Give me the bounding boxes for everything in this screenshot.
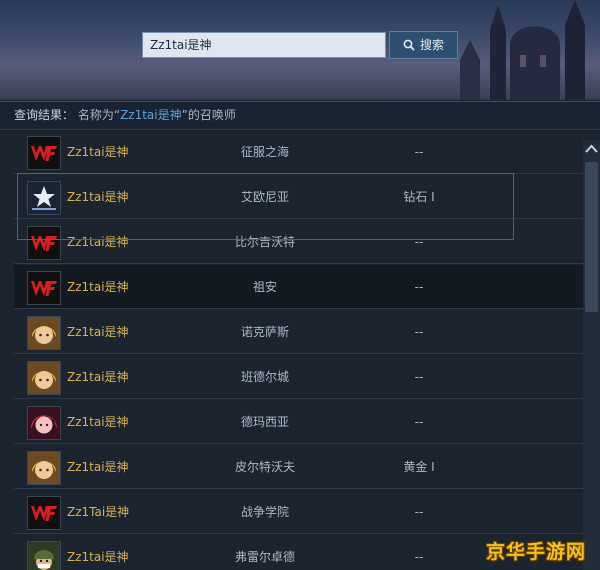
server-name: 祖安 [252,280,277,294]
blonde-champion-icon [27,361,61,395]
server-name: 诺克萨斯 [240,325,289,339]
server-name: 德玛西亚 [240,415,289,429]
blonde-champion-icon [27,451,61,485]
summoner-row[interactable]: Zz1tai是神 诺克萨斯 -- [14,310,583,354]
rank-value: -- [414,145,424,159]
champions-logo-icon [27,181,61,215]
rank-value: 钻石 I [403,190,435,204]
server-name: 艾欧尼亚 [240,190,289,204]
summoner-row[interactable]: Zz1tai是神 皮尔特沃夫 黄金 I [14,445,583,489]
summoner-name[interactable]: Zz1tai是神 [67,130,129,174]
result-prefix: 名称为“ [77,108,121,122]
rank-value: 黄金 I [403,460,435,474]
watermark-logo: 京华手游网 [486,541,587,563]
summoner-name[interactable]: Zz1tai是神 [67,310,129,354]
wf-logo-icon [27,496,61,530]
summoner-row[interactable]: Zz1tai是神 艾欧尼亚 钻石 I [14,175,583,219]
search-button[interactable]: 搜索 [389,31,458,59]
summoner-row[interactable]: Zz1tai是神 比尔吉沃特 -- [14,220,583,264]
summoner-row[interactable]: Zz1tai是神 征服之海 -- [14,130,583,174]
summoner-name[interactable]: Zz1tai是神 [67,535,129,570]
search-button-label: 搜索 [419,38,444,52]
summoner-name[interactable]: Zz1tai是神 [67,220,129,264]
server-name: 征服之海 [240,145,289,159]
server-name: 皮尔特沃夫 [234,460,295,474]
result-query: Zz1tai是神 [120,108,182,122]
wf-logo-icon [27,226,61,260]
summoner-row[interactable]: Zz1tai是神 祖安 -- [14,265,583,309]
summoner-name[interactable]: Zz1tai是神 [67,265,129,309]
result-summary: 查询结果： 名称为“Zz1tai是神”的召唤师 [0,101,600,130]
wf-logo-icon [27,136,61,170]
server-name: 战争学院 [240,505,289,519]
rank-value: -- [414,235,424,249]
summoner-name[interactable]: Zz1tai是神 [67,400,129,444]
server-name: 比尔吉沃特 [234,235,295,249]
server-name: 弗雷尔卓德 [234,550,295,564]
rank-value: -- [414,370,424,384]
rank-value: -- [414,415,424,429]
helmet-champion-icon [27,541,61,570]
server-name: 班德尔城 [240,370,289,384]
result-suffix: ”的召唤师 [181,108,236,122]
summoner-name[interactable]: Zz1tai是神 [67,355,129,399]
scroll-up-icon[interactable] [583,142,600,156]
summoner-name[interactable]: Zz1tai是神 [67,445,129,489]
summoner-name[interactable]: Zz1Tai是神 [67,490,129,534]
scrollbar[interactable] [583,140,600,570]
rank-value: -- [414,280,424,294]
header-banner: Zz1tai是神 搜索 [0,0,600,100]
wf-logo-icon [27,271,61,305]
summoner-row[interactable]: Zz1tai是神 德玛西亚 -- [14,400,583,444]
rank-value: -- [414,505,424,519]
rank-value: -- [414,550,424,564]
search-icon [403,39,415,51]
castle-silhouette-icon [460,0,585,100]
red-hair-champion-icon [27,406,61,440]
result-label: 查询结果： [14,108,75,122]
summoner-name[interactable]: Zz1tai是神 [67,175,129,219]
rank-value: -- [414,325,424,339]
summoner-row[interactable]: Zz1Tai是神 战争学院 -- [14,490,583,534]
scroll-thumb[interactable] [585,162,598,312]
summoner-list: Zz1tai是神 征服之海 -- Zz1tai是神 艾欧尼亚 钻石 I Zz1tai是神 比尔… [0,130,583,570]
summoner-row[interactable]: Zz1tai是神 班德尔城 -- [14,355,583,399]
search-input[interactable]: Zz1tai是神 [142,32,386,58]
blonde-champion-icon [27,316,61,350]
